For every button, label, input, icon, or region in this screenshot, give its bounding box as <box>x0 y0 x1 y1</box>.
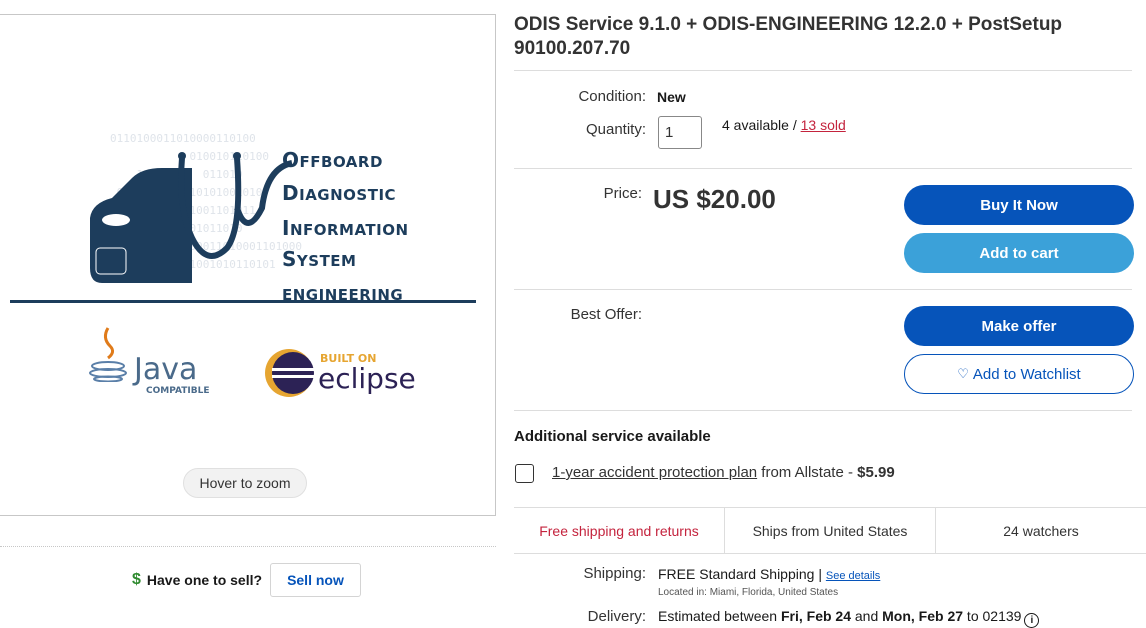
eclipse-icon <box>265 349 314 397</box>
condition-label: Condition: <box>578 88 646 105</box>
quantity-input[interactable] <box>658 116 702 149</box>
price-label: Price: <box>603 185 642 202</box>
divider-price <box>514 289 1132 290</box>
logo-divider <box>10 300 476 303</box>
buy-it-now-button[interactable]: Buy It Now <box>904 185 1134 225</box>
shipping-value: FREE Standard Shipping | See details <box>658 566 880 582</box>
protection-plan-price: $5.99 <box>857 464 895 481</box>
divider-title <box>514 70 1132 71</box>
product-image-panel[interactable]: 0110100011010000110100 010010110100 1011… <box>0 14 496 516</box>
best-offer-label: Best Offer: <box>570 306 642 323</box>
odis-logo-image: 0110100011010000110100 010010110100 1011… <box>10 120 476 397</box>
delivery-start: Fri, Feb 24 <box>780 608 851 624</box>
additional-service-heading: Additional service available <box>514 428 711 445</box>
java-sub-label: COMPATIBLE <box>146 386 210 396</box>
protection-plan-row: 1-year accident protection plan from All… <box>552 464 895 481</box>
listing-title: ODIS Service 9.1.0 + ODIS-ENGINEERING 12… <box>514 14 1063 59</box>
protection-plan-link[interactable]: 1-year accident protection plan <box>552 464 757 481</box>
available-count: 4 available / <box>722 117 801 133</box>
delivery-middle: and <box>851 608 883 624</box>
java-cup-icon <box>89 327 127 382</box>
watchers-count: 24 watchers <box>1003 522 1079 539</box>
logo-word-diagnostic: DIAGNOSTIC <box>282 181 397 205</box>
delivery-suffix: to 02139 <box>963 608 1022 624</box>
hover-to-zoom-badge: Hover to zoom <box>183 468 307 498</box>
quantity-label: Quantity: <box>585 121 646 138</box>
shipping-summary-bar: Free shipping and returns Ships from Uni… <box>514 507 1146 554</box>
dollar-icon: $ <box>132 571 141 588</box>
heart-icon: ♡ <box>957 366 969 381</box>
logo-word-offboard: OFFBOARD <box>282 148 383 172</box>
sell-prompt: Have one to sell? <box>146 572 263 588</box>
make-offer-button[interactable]: Make offer <box>904 306 1134 346</box>
condition-value: New <box>657 89 686 105</box>
stethoscope-car-icon <box>90 152 292 283</box>
delivery-label: Delivery: <box>587 608 646 625</box>
sell-now-button[interactable]: Sell now <box>270 563 361 597</box>
sell-row: $ Have one to sell? Sell now <box>132 562 361 598</box>
delivery-end: Mon, Feb 27 <box>882 608 964 624</box>
price-value: US $20.00 <box>653 184 776 214</box>
item-location: Located in: Miami, Florida, United State… <box>658 587 839 598</box>
protection-plan-checkbox[interactable] <box>515 464 534 483</box>
divider-quantity <box>514 168 1132 169</box>
java-label: Java <box>134 352 198 387</box>
availability-text: 4 available / 13 sold <box>722 117 846 133</box>
info-icon[interactable]: i <box>1024 613 1040 628</box>
shipping-label: Shipping: <box>583 565 646 582</box>
delivery-value: Estimated between Fri, Feb 24 and Mon, F… <box>658 608 1040 628</box>
sold-link[interactable]: 13 sold <box>801 117 846 133</box>
protection-plan-from: from Allstate - <box>757 464 858 481</box>
left-divider <box>0 546 496 547</box>
add-to-watchlist-button[interactable]: ♡ Add to Watchlist <box>904 354 1134 394</box>
eclipse-label: eclipse <box>318 362 416 395</box>
add-to-cart-button[interactable]: Add to cart <box>904 233 1134 273</box>
add-to-watchlist-label: Add to Watchlist <box>972 365 1081 383</box>
see-details-link[interactable]: See details <box>826 570 880 582</box>
shipping-method: Standard Shipping | <box>695 566 826 582</box>
ships-from: Ships from United States <box>725 508 936 553</box>
logo-word-information: INFORMATION <box>282 216 409 240</box>
delivery-prefix: Estimated between <box>658 608 781 624</box>
free-shipping-returns: Free shipping and returns <box>514 508 725 553</box>
divider-offer <box>514 410 1132 411</box>
logo-word-system: SYSTEM <box>282 247 357 271</box>
shipping-free: FREE <box>658 566 696 582</box>
